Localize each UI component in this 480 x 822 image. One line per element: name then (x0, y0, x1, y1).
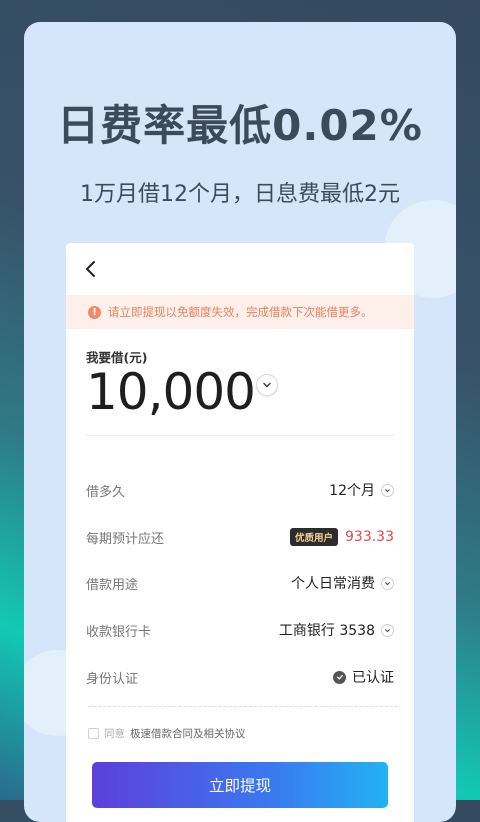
check-circle-icon (333, 670, 346, 684)
identity-row: 身份认证 已认证 (86, 665, 394, 689)
chevron-left-icon (86, 261, 95, 277)
term-value-wrap[interactable]: 12个月 (329, 480, 394, 500)
dashed-divider (88, 706, 398, 707)
promo-frame: 日费率最低0.02% 1万月借12个月，日息费最低2元 ! 请立即提现以免额度失… (24, 22, 456, 822)
bank-card-value: 工商银行 3538 (278, 623, 375, 639)
purpose-label: 借款用途 (86, 577, 139, 593)
bank-card-value-wrap[interactable]: 工商银行 3538 (279, 620, 394, 640)
withdraw-button[interactable]: 立即提现 (92, 762, 388, 808)
installment-row: 每期预计应还 优质用户 933.33 (86, 525, 394, 549)
term-label: 借多久 (86, 484, 126, 500)
agreement-link[interactable]: 极速借款合同及相关协议 (130, 726, 246, 741)
notice-text: 请立即提现以免额度失效，完成借款下次能借更多。 (108, 305, 373, 319)
purpose-value-wrap[interactable]: 个人日常消费 (291, 573, 394, 593)
amount-dropdown-button[interactable] (256, 374, 278, 396)
agreement-checkbox[interactable] (88, 728, 99, 739)
agreement-row: 同意 极速借款合同及相关协议 (88, 726, 246, 741)
chevron-down-icon (381, 576, 394, 590)
purpose-value: 个人日常消费 (291, 576, 375, 592)
divider (86, 435, 394, 436)
agreement-prefix: 同意 (104, 728, 125, 740)
promo-subline: 1万月借12个月，日息费最低2元 (80, 182, 400, 207)
back-button[interactable] (82, 259, 102, 279)
warning-circle-icon: ! (88, 305, 101, 319)
installment-value: 933.33 (345, 529, 394, 545)
identity-value-wrap: 已认证 (333, 667, 394, 687)
chevron-down-icon (263, 382, 271, 388)
chevron-down-icon (381, 483, 394, 497)
term-row[interactable]: 借多久 12个月 (86, 478, 394, 502)
chevron-down-icon (381, 623, 394, 637)
term-value: 12个月 (329, 483, 375, 499)
notice-banner: ! 请立即提现以免额度失效，完成借款下次能借更多。 (66, 295, 414, 329)
premium-user-badge: 优质用户 (289, 528, 338, 546)
phone-screen: ! 请立即提现以免额度失效，完成借款下次能借更多。 我要借(元) 10,000 … (66, 243, 414, 822)
installment-label: 每期预计应还 (86, 531, 165, 547)
identity-label: 身份认证 (86, 671, 139, 687)
promo-headline: 日费率最低0.02% (57, 101, 423, 150)
identity-value: 已认证 (352, 670, 394, 686)
installment-value-wrap: 优质用户 933.33 (289, 528, 394, 546)
bank-card-label: 收款银行卡 (86, 624, 152, 640)
purpose-row[interactable]: 借款用途 个人日常消费 (86, 571, 394, 595)
loan-amount[interactable]: 10,000 (86, 363, 256, 421)
bank-card-row[interactable]: 收款银行卡 工商银行 3538 (86, 618, 394, 642)
